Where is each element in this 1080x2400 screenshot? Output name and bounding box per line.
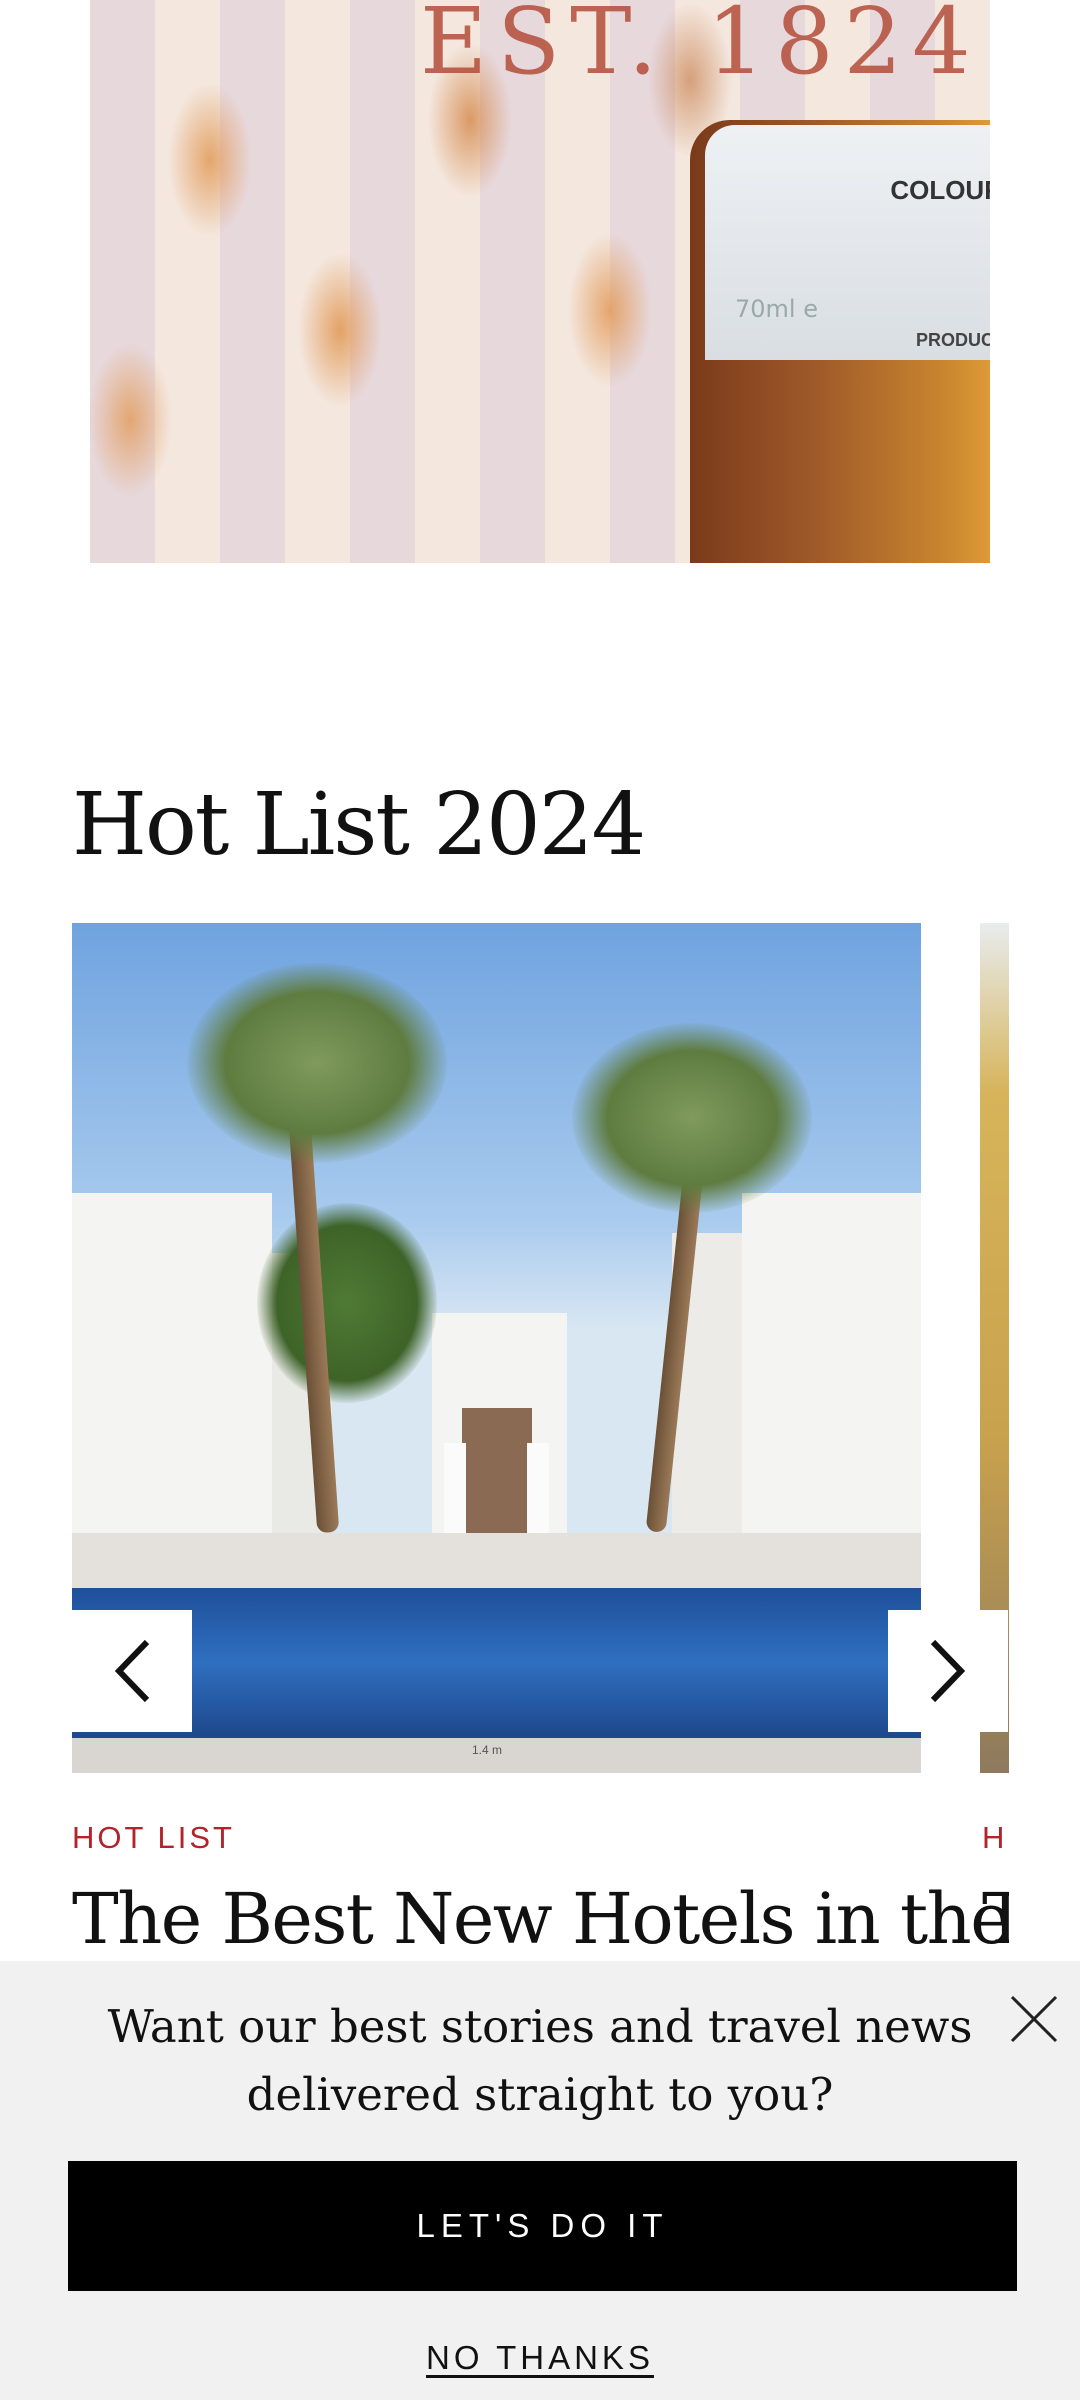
close-icon <box>1010 1995 1058 2043</box>
curtain-right <box>527 1443 549 1538</box>
pool-depth-marker: 1.4 m <box>472 1743 503 1757</box>
palm-leaves-left <box>187 963 447 1163</box>
card-headline[interactable]: The Best New Hotels in the <box>72 1878 1012 1960</box>
promo-est-text: EST. 1824 <box>420 0 981 95</box>
curtain-left <box>444 1443 466 1538</box>
newsletter-signup-banner: Want our best stories and travel news de… <box>0 1961 1080 2400</box>
bottle-label: COLOUR 70ml e PRODUCT <box>705 125 990 360</box>
chevron-right-icon <box>930 1639 966 1703</box>
right-building <box>742 1193 921 1553</box>
pool-deck <box>72 1533 921 1593</box>
carousel-prev-button[interactable] <box>72 1610 192 1732</box>
bottle-label-product: PRODUCT <box>916 330 990 350</box>
newsletter-dismiss-link[interactable]: NO THANKS <box>0 2339 1080 2377</box>
newsletter-subscribe-button[interactable]: LET'S DO IT <box>68 2161 1017 2291</box>
palm-leaves-right <box>572 1023 812 1213</box>
next-card-headline[interactable]: T <box>982 1878 1009 1960</box>
section-title: Hot List 2024 <box>72 775 646 875</box>
close-button[interactable] <box>1006 1991 1062 2047</box>
next-card-kicker[interactable]: H <box>982 1820 1004 1856</box>
left-building <box>72 1193 272 1553</box>
hotel-card-image[interactable]: 1.4 m <box>72 923 921 1773</box>
newsletter-prompt: Want our best stories and travel news de… <box>107 2000 973 2121</box>
tree-foliage <box>257 1203 437 1403</box>
promo-image[interactable]: EST. 1824 COLOUR 70ml e PRODUCT <box>90 0 990 563</box>
bottle-label-colour: COLOUR <box>890 175 990 205</box>
chevron-left-icon <box>114 1639 150 1703</box>
carousel-next-button[interactable] <box>888 1610 1008 1732</box>
pool <box>72 1588 921 1753</box>
bottle-label-volume: 70ml e <box>735 295 818 323</box>
card-kicker[interactable]: HOT LIST <box>72 1820 235 1856</box>
pavilion-door <box>462 1408 532 1533</box>
